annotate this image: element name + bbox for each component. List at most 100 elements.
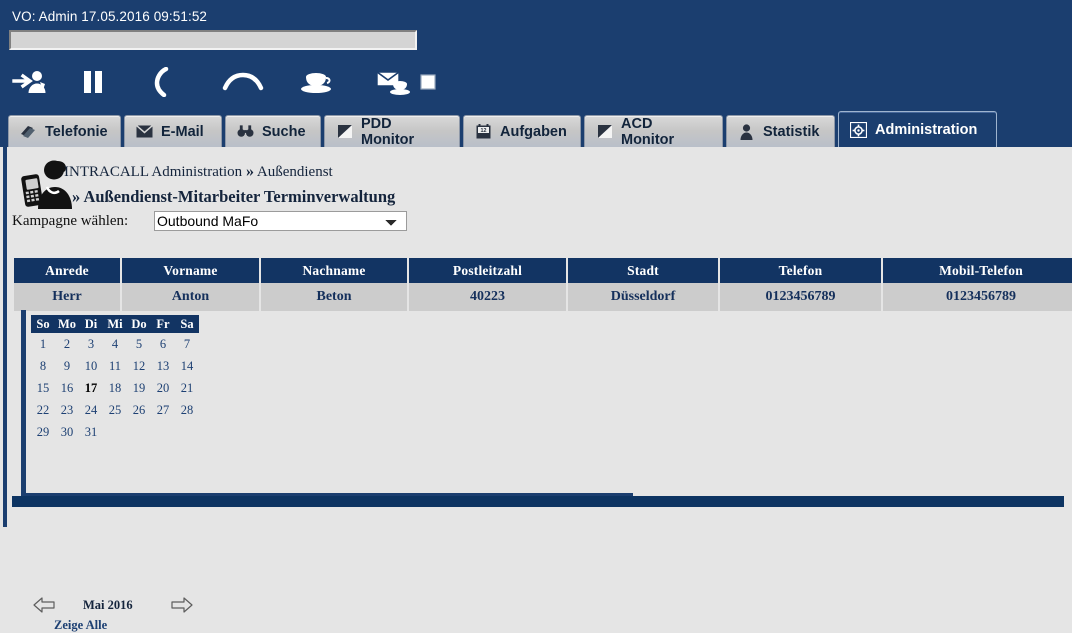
breadcrumb-separator-icon: » [245,163,254,180]
calendar-day[interactable]: 8 [31,355,55,377]
tab-administration[interactable]: Administration [838,111,997,147]
monitor-chart-icon [596,123,613,140]
calendar-day[interactable]: 29 [31,421,55,443]
pause-icon[interactable] [78,63,108,101]
calendar-week-row: 22 23 24 25 26 27 28 [31,399,199,421]
calendar-day[interactable]: 19 [127,377,151,399]
calendar-day[interactable]: 7 [175,333,199,355]
calendar-day[interactable]: 6 [151,333,175,355]
person-icon [738,123,755,140]
weekday-header: Mo [55,315,79,333]
campaign-select[interactable]: Outbound MaFo [154,211,407,231]
weekday-header: So [31,315,55,333]
table-header-row: Anrede Vorname Nachname Postleitzahl Sta… [14,258,1072,283]
agent-table: Anrede Vorname Nachname Postleitzahl Sta… [12,258,1072,311]
calendar-day[interactable]: 15 [31,377,55,399]
content-area: INTRACALL Administration » Außendienst »… [0,147,1072,632]
column-header[interactable]: Postleitzahl [409,258,566,283]
command-input[interactable] [9,30,417,50]
calendar-day[interactable]: 26 [127,399,151,421]
calendar-day[interactable]: 5 [127,333,151,355]
tab-suche[interactable]: Suche [225,115,321,147]
calendar-day[interactable]: 22 [31,399,55,421]
weekday-header: Do [127,315,151,333]
tab-label: Aufgaben [500,123,567,140]
calendar-day[interactable]: 2 [55,333,79,355]
calendar-day[interactable]: 25 [103,399,127,421]
column-header[interactable]: Telefon [720,258,881,283]
calendar-day[interactable]: 4 [103,333,127,355]
hangup-icon[interactable] [222,63,264,101]
tab-statistik[interactable]: Statistik [726,115,835,147]
calendar-day[interactable]: 20 [151,377,175,399]
show-all-link[interactable]: Zeige Alle [54,618,107,633]
calendar-day[interactable]: 13 [151,355,175,377]
breadcrumb: INTRACALL Administration » Außendienst »… [14,159,1072,211]
tab-acd-monitor[interactable]: ACD Monitor [584,115,723,148]
calendar-day[interactable]: 1 [31,333,55,355]
column-header[interactable]: Anrede [14,258,120,283]
table-cell: Herr [14,283,120,311]
calendar-day[interactable]: 23 [55,399,79,421]
tab-pdd-monitor[interactable]: PDD Monitor [324,115,460,148]
phone-stack-icon [20,123,37,140]
calendar-day[interactable]: 10 [79,355,103,377]
calendar-day-empty [151,421,175,443]
weekday-header: Sa [175,315,199,333]
breadcrumb-section[interactable]: Außendienst [257,164,333,180]
calendar-day[interactable]: 18 [103,377,127,399]
coffee-cup-icon[interactable] [298,63,336,101]
monitor-chart-icon [336,123,353,140]
table-cell: 0123456789 [720,283,881,311]
calendar-day[interactable]: 30 [55,421,79,443]
calendar-day[interactable]: 27 [151,399,175,421]
column-header[interactable]: Nachname [261,258,407,283]
calendar-day[interactable]: 3 [79,333,103,355]
weekday-header: Mi [103,315,127,333]
calendar-day-empty [127,421,151,443]
tab-telefonie[interactable]: Telefonie [8,115,121,147]
calendar-day[interactable]: 9 [55,355,79,377]
column-header[interactable]: Mobil-Telefon [883,258,1072,283]
login-agent-icon[interactable] [10,63,50,101]
top-header: VO: Admin 17.05.2016 09:51:52 Telefonie … [0,0,1072,148]
calendar-day[interactable]: 31 [79,421,103,443]
phone-handset-icon[interactable] [148,63,178,101]
table-cell: Anton [122,283,259,311]
campaign-selector-row: Kampagne wählen: Outbound MaFo [12,211,407,231]
application-window: VO: Admin 17.05.2016 09:51:52 Telefonie … [0,0,1072,632]
calendar-prev-arrow-icon[interactable] [33,597,55,618]
table-cell: Düsseldorf [568,283,718,311]
campaign-label: Kampagne wählen: [12,212,129,229]
calendar-day[interactable]: 14 [175,355,199,377]
status-line: VO: Admin 17.05.2016 09:51:52 [12,9,208,24]
column-header[interactable]: Stadt [568,258,718,283]
calendar-next-arrow-icon[interactable] [171,597,193,618]
calendar-day[interactable]: 24 [79,399,103,421]
frame-left-border [3,147,7,527]
svg-text:12: 12 [481,128,487,134]
calendar-day[interactable]: 21 [175,377,199,399]
tab-label: Administration [875,121,978,138]
calendar-day[interactable]: 12 [127,355,151,377]
tab-label: PDD Monitor [361,115,415,148]
envelope-icon [136,123,153,140]
calendar-day[interactable]: 16 [55,377,79,399]
calendar-day-today[interactable]: 17 [79,377,103,399]
calendar-week-row: 29 30 31 [31,421,199,443]
breadcrumb-root[interactable]: INTRACALL Administration [64,164,242,180]
page-title-text: Außendienst-Mitarbeiter Terminverwaltung [83,187,396,206]
table-cell: Beton [261,283,407,311]
mail-coffee-icon[interactable] [374,63,416,101]
table-row[interactable]: Herr Anton Beton 40223 Düsseldorf 012345… [14,283,1072,311]
column-header[interactable]: Vorname [122,258,259,283]
tab-email[interactable]: E-Mail [124,115,222,147]
gear-box-icon [850,121,867,138]
calendar-navigation: Mai 2016 [31,595,201,619]
stop-square-icon[interactable] [416,63,440,101]
tab-aufgaben[interactable]: 12 Aufgaben [463,115,581,147]
calendar-day[interactable]: 11 [103,355,127,377]
table-cell: 40223 [409,283,566,311]
calendar-day[interactable]: 28 [175,399,199,421]
breadcrumb-path: INTRACALL Administration » Außendienst [64,163,333,181]
